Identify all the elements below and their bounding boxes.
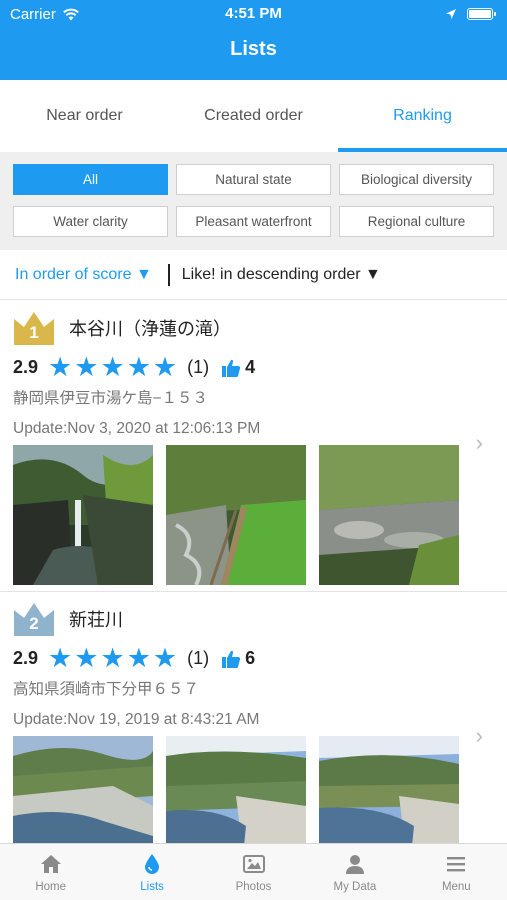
rank-number: 2 xyxy=(29,614,39,633)
chevron-right-icon[interactable]: › xyxy=(476,430,483,456)
filter-panel: All Natural state Biological diversity W… xyxy=(0,152,507,250)
filter-regional-culture[interactable]: Regional culture xyxy=(339,206,494,237)
list-item[interactable]: 2 新荘川 2.9 ★ ★ ★ ★ ★ (1) 6 高知県須崎市下分甲６５７ U… xyxy=(0,593,507,843)
like-count: 6 xyxy=(245,648,256,668)
tab-near-order[interactable]: Near order xyxy=(0,80,169,152)
star-icon: ★ xyxy=(74,643,99,673)
river-landscape-photo[interactable] xyxy=(13,736,153,843)
review-count: (1) xyxy=(187,357,210,377)
nav-lists[interactable]: Lists xyxy=(101,844,202,900)
waterfall-photo[interactable] xyxy=(13,445,153,585)
rating-row: 2.9 ★ ★ ★ ★ ★ (1) 6 xyxy=(13,645,255,672)
list-item[interactable]: 1 本谷川（浄蓮の滝） 2.9 ★ ★ ★ ★ ★ (1) 4 静岡県伊豆市湯ケ… xyxy=(0,302,507,592)
river-rocks-photo[interactable] xyxy=(319,445,459,585)
walkway-photo[interactable] xyxy=(166,445,306,585)
nav-my-data[interactable]: My Data xyxy=(304,844,405,900)
score-value: 2.9 xyxy=(13,648,39,668)
score-value: 2.9 xyxy=(13,357,39,377)
nav-home-label: Home xyxy=(35,880,67,893)
nav-photos-label: Photos xyxy=(235,880,272,893)
place-name: 本谷川（浄蓮の滝） xyxy=(69,319,231,339)
star-icon: ★ xyxy=(126,352,151,382)
nav-menu[interactable]: Menu xyxy=(406,844,507,900)
drop-icon xyxy=(145,853,160,874)
river-valley-photo[interactable] xyxy=(319,736,459,843)
filter-natural-state[interactable]: Natural state xyxy=(176,164,331,195)
address: 静岡県伊豆市湯ケ島−１５３ xyxy=(13,390,209,407)
review-count: (1) xyxy=(187,648,210,668)
nav-menu-label: Menu xyxy=(441,880,471,893)
sort-by-score-dropdown[interactable]: In order of score ▼ xyxy=(15,266,152,284)
photos-icon xyxy=(242,854,265,873)
tab-ranking[interactable]: Ranking xyxy=(338,80,507,152)
photo-strip xyxy=(13,736,459,843)
photo-strip xyxy=(13,445,459,585)
home-icon xyxy=(40,854,61,873)
star-icon: ★ xyxy=(48,352,73,382)
page-title: Lists xyxy=(230,38,277,60)
sort-by-like-dropdown[interactable]: Like! in descending order ▼ xyxy=(182,266,381,284)
filter-biological-diversity[interactable]: Biological diversity xyxy=(339,164,494,195)
bottom-tab-bar: Home Lists Photos My Data Menu xyxy=(0,843,507,900)
nav-my-data-label: My Data xyxy=(333,880,377,893)
tab-created-order[interactable]: Created order xyxy=(169,80,338,152)
tab-bar: Near order Created order Ranking xyxy=(0,80,507,152)
nav-photos[interactable]: Photos xyxy=(203,844,304,900)
thumbs-up-icon xyxy=(222,650,241,668)
status-bar: Carrier 4:51 PM xyxy=(0,0,507,28)
sort-divider xyxy=(167,263,170,286)
update-timestamp: Update:Nov 3, 2020 at 12:06:13 PM xyxy=(13,420,261,437)
nav-home[interactable]: Home xyxy=(0,844,101,900)
sort-bar: In order of score ▼ Like! in descending … xyxy=(0,250,507,300)
battery-icon xyxy=(467,8,496,20)
app-header: Carrier 4:51 PM Lists xyxy=(0,0,507,80)
update-timestamp: Update:Nov 19, 2019 at 8:43:21 AM xyxy=(13,711,260,728)
star-icon: ★ xyxy=(152,352,178,382)
person-icon xyxy=(345,854,364,874)
filter-all[interactable]: All xyxy=(13,164,168,195)
filter-pleasant-waterfront[interactable]: Pleasant waterfront xyxy=(176,206,331,237)
place-name: 新荘川 xyxy=(69,610,123,630)
rating-row: 2.9 ★ ★ ★ ★ ★ (1) 4 xyxy=(13,354,255,381)
star-icon: ★ xyxy=(48,643,73,673)
star-icon: ★ xyxy=(100,643,125,673)
star-icon: ★ xyxy=(152,643,178,673)
menu-icon xyxy=(447,856,466,871)
filter-water-clarity[interactable]: Water clarity xyxy=(13,206,168,237)
status-time: 4:51 PM xyxy=(225,5,282,22)
silver-crown-icon: 2 xyxy=(13,601,55,637)
gold-crown-icon: 1 xyxy=(13,310,55,346)
river-bend-photo[interactable] xyxy=(166,736,306,843)
address: 高知県須崎市下分甲６５７ xyxy=(13,681,200,698)
rank-number: 1 xyxy=(29,323,39,342)
star-icon: ★ xyxy=(100,352,125,382)
chevron-right-icon[interactable]: › xyxy=(476,723,483,749)
thumbs-up-icon xyxy=(222,359,241,377)
star-icon: ★ xyxy=(74,352,99,382)
like-count: 4 xyxy=(245,357,256,377)
nav-lists-label: Lists xyxy=(140,880,164,893)
star-icon: ★ xyxy=(126,643,151,673)
